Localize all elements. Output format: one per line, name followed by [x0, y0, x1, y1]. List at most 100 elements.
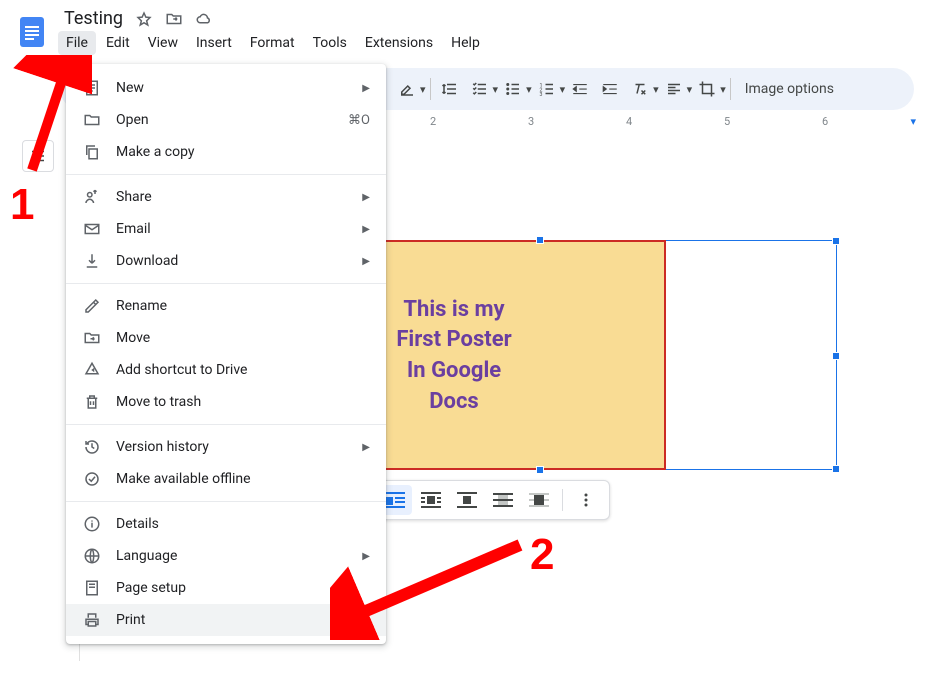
- docs-logo[interactable]: [12, 12, 52, 52]
- ruler-tick: 3: [528, 115, 534, 128]
- menu-extensions[interactable]: Extensions: [357, 31, 441, 55]
- menu-view[interactable]: View: [140, 31, 186, 55]
- menu-item-offline[interactable]: Make available offline: [66, 463, 386, 495]
- menu-item-open[interactable]: Open ⌘O: [66, 104, 386, 136]
- docs-logo-icon: [14, 14, 50, 50]
- menu-item-share[interactable]: Share ▶: [66, 181, 386, 213]
- menu-item-label: Email: [116, 221, 151, 237]
- download-icon: [82, 251, 102, 271]
- menu-item-move[interactable]: Move: [66, 322, 386, 354]
- titlebar: Testing File Edit View Insert Format Too…: [56, 6, 488, 55]
- dropdown-icon[interactable]: ▾: [653, 83, 659, 96]
- submenu-arrow-icon: ▶: [362, 256, 370, 267]
- menu-item-rename[interactable]: Rename: [66, 290, 386, 322]
- drive-shortcut-icon: [82, 360, 102, 380]
- ruler-end-marker[interactable]: ▾: [910, 115, 916, 128]
- menu-item-label: Open: [116, 112, 149, 128]
- crop-handle-n[interactable]: [536, 236, 544, 244]
- menu-item-label: Make available offline: [116, 471, 251, 487]
- poster-line4: Docs: [429, 389, 478, 414]
- decrease-indent-button[interactable]: [565, 74, 595, 104]
- menu-item-label: Details: [116, 516, 159, 532]
- ruler-tick: 6: [822, 115, 828, 128]
- dropdown-icon[interactable]: ▾: [720, 83, 726, 96]
- resize-handle-ne[interactable]: [832, 237, 840, 245]
- menu-item-add-shortcut[interactable]: Add shortcut to Drive: [66, 354, 386, 386]
- resize-handle-e[interactable]: [832, 352, 840, 360]
- menu-item-label: Language: [116, 548, 177, 564]
- line-spacing-button[interactable]: [435, 74, 465, 104]
- menu-item-label: Add shortcut to Drive: [116, 362, 247, 378]
- ruler-tick: 5: [724, 115, 730, 128]
- annotation-number-2: 2: [530, 530, 554, 580]
- menu-separator: [66, 424, 386, 425]
- more-options-button[interactable]: [569, 485, 603, 515]
- clear-formatting-button[interactable]: [625, 74, 655, 104]
- ruler-tick: 4: [626, 115, 632, 128]
- menu-insert[interactable]: Insert: [188, 31, 240, 55]
- wrap-text-button[interactable]: [414, 485, 448, 515]
- ruler-tick: 2: [430, 115, 436, 128]
- poster-text: This is my First Poster In Google Docs: [396, 294, 511, 417]
- menu-item-label: Page setup: [116, 580, 186, 596]
- front-text-button[interactable]: [522, 485, 556, 515]
- border-color-button[interactable]: [392, 74, 422, 104]
- dropdown-icon[interactable]: ▾: [526, 83, 532, 96]
- menu-item-label: New: [116, 80, 144, 96]
- trash-icon: [82, 392, 102, 412]
- increase-indent-button[interactable]: [595, 74, 625, 104]
- menu-item-label: Print: [116, 612, 145, 628]
- separator: [430, 78, 431, 100]
- menu-item-label: Rename: [116, 298, 167, 314]
- globe-icon: [82, 546, 102, 566]
- annotation-arrow-1: [12, 55, 92, 175]
- numbered-list-button[interactable]: 123: [532, 74, 562, 104]
- menu-format[interactable]: Format: [242, 31, 303, 55]
- menu-separator: [66, 283, 386, 284]
- menu-tools[interactable]: Tools: [305, 31, 355, 55]
- menu-item-trash[interactable]: Move to trash: [66, 386, 386, 418]
- submenu-arrow-icon: ▶: [362, 83, 370, 94]
- star-icon[interactable]: [135, 10, 153, 28]
- behind-text-button[interactable]: [486, 485, 520, 515]
- cloud-status-icon[interactable]: [195, 10, 213, 28]
- poster-line2: First Poster: [396, 327, 511, 352]
- menu-item-new[interactable]: New ▶: [66, 72, 386, 104]
- share-icon: [82, 187, 102, 207]
- crop-handle-s[interactable]: [536, 466, 544, 474]
- image-options-button[interactable]: Image options: [735, 81, 844, 97]
- menu-item-label: Share: [116, 189, 152, 205]
- menu-file[interactable]: File: [58, 31, 96, 55]
- move-icon: [82, 328, 102, 348]
- document-title[interactable]: Testing: [64, 8, 123, 29]
- menu-help[interactable]: Help: [443, 31, 488, 55]
- resize-handle-se[interactable]: [832, 465, 840, 473]
- annotation-arrow-2: [330, 530, 530, 640]
- break-text-button[interactable]: [450, 485, 484, 515]
- move-folder-icon[interactable]: [165, 10, 183, 28]
- menu-item-make-copy[interactable]: Make a copy: [66, 136, 386, 168]
- annotation-number-1: 1: [10, 180, 34, 230]
- menu-item-label: Move to trash: [116, 394, 201, 410]
- poster-line3: In Google: [407, 358, 501, 383]
- email-icon: [82, 219, 102, 239]
- menu-item-email[interactable]: Email ▶: [66, 213, 386, 245]
- menu-item-label: Download: [116, 253, 178, 269]
- menu-edit[interactable]: Edit: [98, 31, 138, 55]
- dropdown-icon[interactable]: ▾: [420, 83, 426, 96]
- header: Testing File Edit View Insert Format Too…: [0, 0, 926, 64]
- crop-button[interactable]: [692, 74, 722, 104]
- align-button[interactable]: [659, 74, 689, 104]
- history-icon: [82, 437, 102, 457]
- bullet-list-button[interactable]: [498, 74, 528, 104]
- menu-item-download[interactable]: Download ▶: [66, 245, 386, 277]
- menu-item-label: Make a copy: [116, 144, 195, 160]
- checklist-button[interactable]: [465, 74, 495, 104]
- menu-separator: [66, 501, 386, 502]
- separator: [730, 78, 731, 100]
- info-icon: [82, 514, 102, 534]
- poster-line1: This is my: [403, 297, 504, 322]
- rename-icon: [82, 296, 102, 316]
- menu-item-version-history[interactable]: Version history ▶: [66, 431, 386, 463]
- menu-item-label: Move: [116, 330, 150, 346]
